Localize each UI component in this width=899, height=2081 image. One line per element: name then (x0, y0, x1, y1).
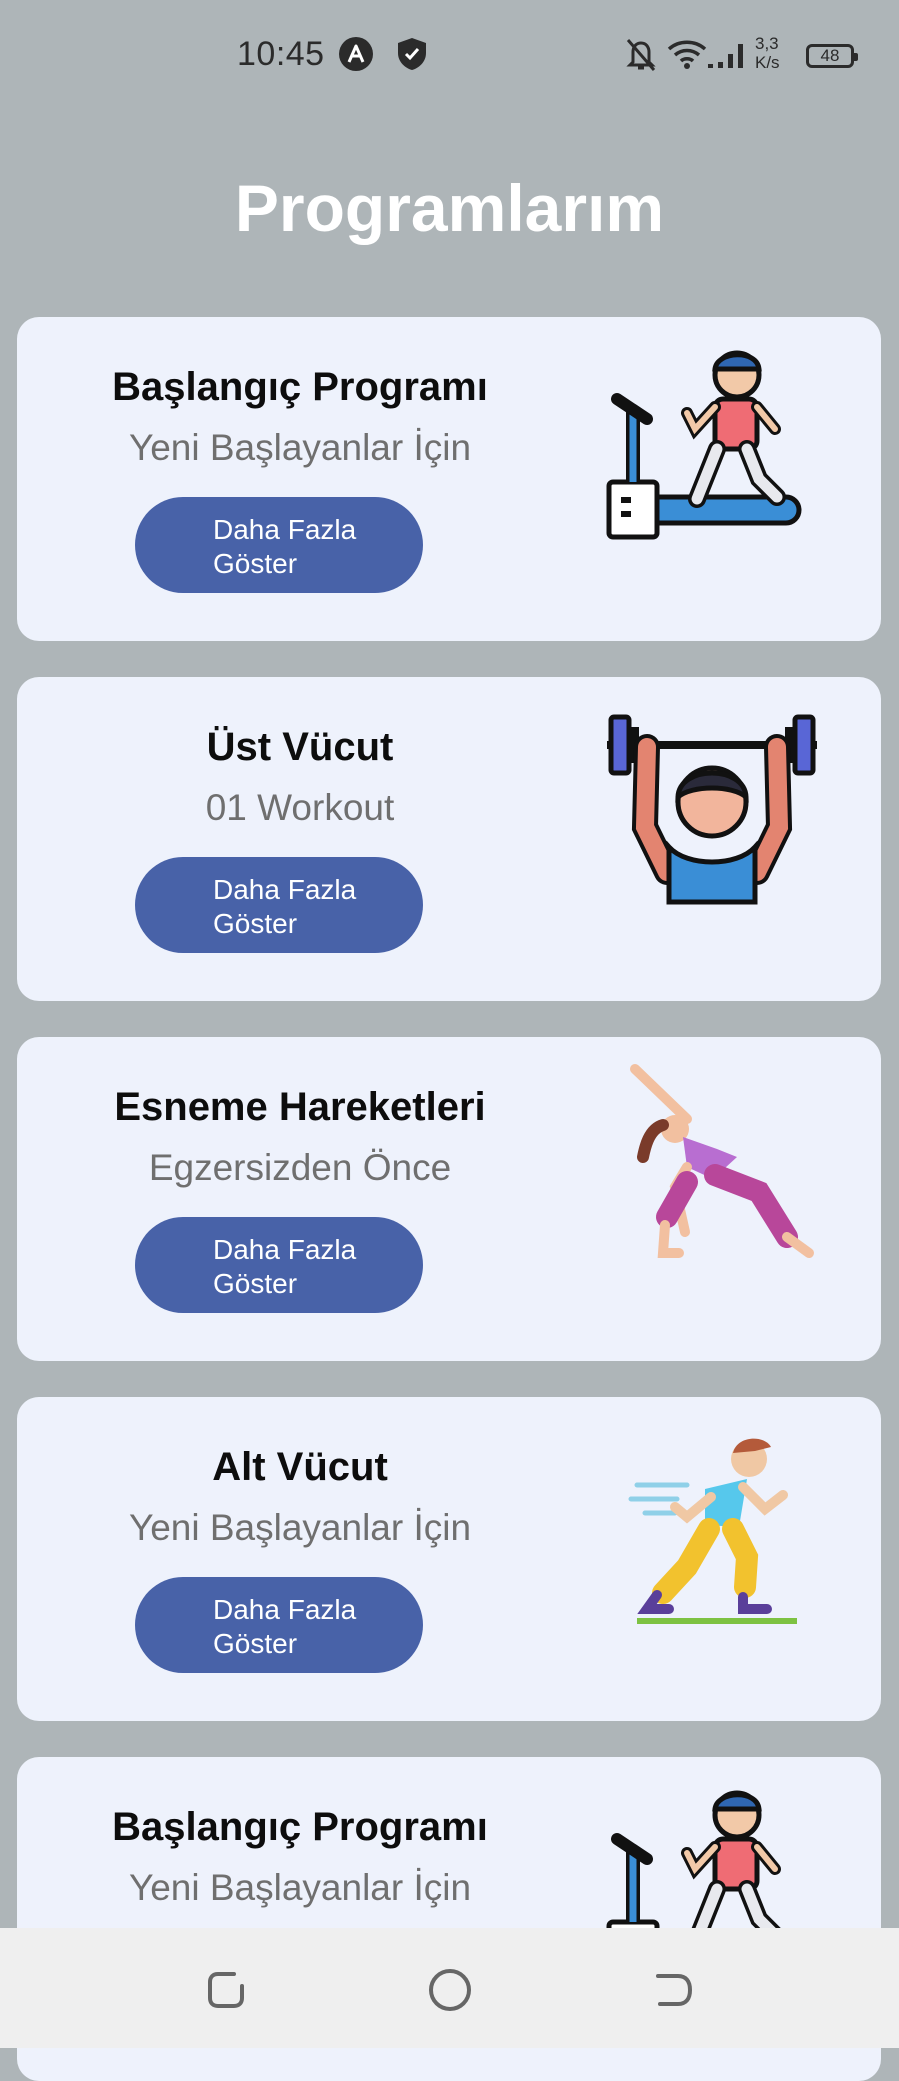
signal-icon (706, 36, 750, 77)
button-label-line1: Daha Fazla (213, 1594, 357, 1625)
net-speed-value: 3,3 (755, 34, 779, 53)
bell-off-icon (624, 36, 658, 77)
show-more-button[interactable]: Daha Fazla Göster (135, 1217, 423, 1313)
navigation-bar (0, 1928, 899, 2048)
battery-level: 48 (820, 46, 840, 65)
card-subtitle: Yeni Başlayanlar İçin (128, 1867, 472, 1908)
button-label-line2: Göster (213, 908, 298, 939)
program-card[interactable]: Üst Vücut 01 Workout Daha Fazla Göster (17, 677, 881, 1001)
card-title: Esneme Hareketleri (114, 1085, 486, 1129)
running-man-icon (587, 1417, 837, 1667)
shield-icon (396, 36, 428, 77)
weightlifter-icon (587, 697, 837, 947)
recent-apps-icon[interactable] (196, 1960, 256, 2020)
stretching-woman-icon (587, 1057, 837, 1307)
app-a-icon (338, 36, 374, 77)
net-speed-unit: K/s (755, 53, 780, 72)
button-label-line1: Daha Fazla (213, 514, 357, 545)
show-more-button[interactable]: Daha Fazla Göster (135, 497, 423, 593)
button-label-line1: Daha Fazla (213, 1234, 357, 1265)
card-subtitle: Yeni Başlayanlar İçin (128, 427, 472, 468)
back-icon[interactable] (644, 1960, 704, 2020)
card-title: Alt Vücut (212, 1445, 388, 1489)
wifi-icon (666, 36, 708, 77)
page-title: Programlarım (234, 171, 665, 245)
card-title: Başlangıç Programı (112, 365, 488, 409)
button-label-line1: Daha Fazla (213, 874, 357, 905)
button-label-line2: Göster (213, 1628, 298, 1659)
card-title: Üst Vücut (206, 725, 394, 769)
battery-icon: 48 (806, 44, 858, 68)
status-time: 10:45 (237, 35, 325, 73)
net-speed: 3,3 K/s (755, 34, 780, 72)
program-card[interactable]: Alt Vücut Yeni Başlayanlar İçin Daha Faz… (17, 1397, 881, 1721)
button-label-line2: Göster (213, 548, 298, 579)
card-title: Başlangıç Programı (112, 1805, 488, 1849)
card-subtitle: Egzersizden Önce (148, 1147, 452, 1188)
card-subtitle: 01 Workout (205, 787, 395, 828)
program-card[interactable]: Esneme Hareketleri Egzersizden Önce Daha… (17, 1037, 881, 1361)
treadmill-runner-icon (587, 337, 837, 587)
show-more-button[interactable]: Daha Fazla Göster (135, 857, 423, 953)
show-more-button[interactable]: Daha Fazla Göster (135, 1577, 423, 1673)
card-subtitle: Yeni Başlayanlar İçin (128, 1507, 472, 1548)
program-card[interactable]: Başlangıç Programı Yeni Başlayanlar İçin… (17, 317, 881, 641)
status-bar: 10:45 3,3 K/s 48 (0, 0, 899, 110)
button-label-line2: Göster (213, 1268, 298, 1299)
home-icon[interactable] (420, 1960, 480, 2020)
